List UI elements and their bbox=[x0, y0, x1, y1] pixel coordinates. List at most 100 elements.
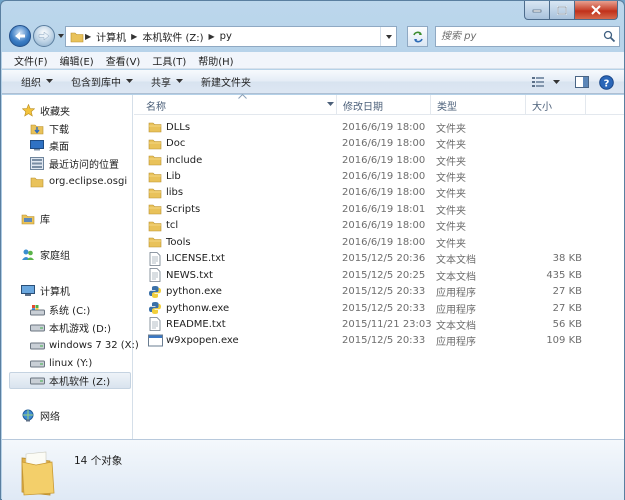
text-document-icon bbox=[147, 317, 163, 332]
search-input[interactable] bbox=[436, 28, 596, 45]
nav-network-label: 网络 bbox=[40, 412, 60, 423]
file-type: 文件夹 bbox=[436, 205, 466, 217]
file-row[interactable]: Scripts 2016/6/19 18:01 文件夹 bbox=[134, 201, 624, 217]
chevron-down-icon bbox=[385, 34, 392, 39]
arrow-right-icon bbox=[38, 31, 50, 41]
close-button[interactable] bbox=[575, 1, 618, 20]
nav-drive-z[interactable]: 本机软件 (Z:) bbox=[9, 372, 131, 389]
file-type: 文件夹 bbox=[436, 156, 466, 168]
nav-favorites-label: 收藏夹 bbox=[40, 107, 70, 118]
menu-view[interactable]: 查看(V) bbox=[100, 53, 147, 68]
file-row[interactable]: python.exe 2015/12/5 20:33 应用程序 27 KB bbox=[134, 283, 624, 299]
menu-tools[interactable]: 工具(T) bbox=[146, 53, 192, 68]
include-in-library-label: 包含到库中 bbox=[71, 78, 121, 89]
change-view-button[interactable] bbox=[526, 71, 550, 93]
file-name: Scripts bbox=[166, 203, 201, 215]
arrow-left-icon bbox=[15, 32, 25, 40]
back-button[interactable] bbox=[9, 25, 31, 47]
nav-drive-label: 系统 (C:) bbox=[49, 306, 91, 317]
file-row[interactable]: NEWS.txt 2015/12/5 20:25 文本文档 435 KB bbox=[134, 267, 624, 283]
nav-favorites[interactable]: 收藏夹 bbox=[20, 102, 150, 119]
nav-item-label: org.eclipse.osgi bbox=[49, 176, 128, 187]
folder-icon bbox=[147, 219, 163, 233]
text-document-icon bbox=[147, 251, 163, 266]
breadcrumb-drive[interactable]: 本机软件 (Z:) bbox=[138, 29, 207, 44]
include-in-library-button[interactable]: 包含到库中 bbox=[62, 71, 142, 93]
file-name-cell: python.exe bbox=[134, 285, 337, 299]
folder-icon bbox=[147, 202, 163, 216]
help-button[interactable]: ? bbox=[594, 71, 618, 93]
nav-drive-label: 本机游戏 (D:) bbox=[49, 324, 112, 335]
refresh-button[interactable] bbox=[407, 26, 428, 47]
file-type: 文本文档 bbox=[436, 255, 476, 267]
nav-computer[interactable]: 计算机 bbox=[20, 282, 150, 299]
homegroup-icon bbox=[20, 247, 36, 263]
file-date: 2015/11/21 23:03 bbox=[342, 318, 432, 330]
python-icon bbox=[147, 301, 163, 315]
command-bar: 组织 包含到库中 共享 新建文件夹 ? bbox=[2, 70, 624, 94]
menu-file[interactable]: 文件(F) bbox=[8, 53, 54, 68]
file-row[interactable]: w9xpopen.exe 2015/12/5 20:33 应用程序 109 KB bbox=[134, 333, 624, 349]
nav-homegroup[interactable]: 家庭组 bbox=[20, 246, 150, 263]
breadcrumb-folder[interactable]: py bbox=[216, 31, 236, 42]
nav-library[interactable]: 库 bbox=[20, 210, 150, 227]
file-name: Lib bbox=[166, 171, 181, 183]
file-name-cell: include bbox=[134, 153, 337, 167]
nav-item-label: 最近访问的位置 bbox=[49, 160, 119, 171]
file-row[interactable]: libs 2016/6/19 18:00 文件夹 bbox=[134, 185, 624, 201]
file-row[interactable]: Lib 2016/6/19 18:00 文件夹 bbox=[134, 168, 624, 184]
file-date: 2016/6/19 18:00 bbox=[342, 138, 426, 150]
file-type: 文本文档 bbox=[436, 320, 476, 332]
recent-pages-dropdown-icon[interactable] bbox=[57, 32, 65, 40]
share-button[interactable]: 共享 bbox=[142, 71, 192, 93]
column-header-date[interactable]: 修改日期 bbox=[337, 95, 431, 115]
file-row[interactable]: README.txt 2015/11/21 23:03 文本文档 56 KB bbox=[134, 316, 624, 332]
maximize-button[interactable] bbox=[550, 1, 575, 20]
column-header-name[interactable]: 名称 bbox=[134, 94, 337, 115]
folder-icon bbox=[147, 186, 163, 200]
folder-icon bbox=[147, 235, 163, 249]
breadcrumb-separator-icon[interactable]: ▶ bbox=[130, 32, 138, 41]
file-row[interactable]: pythonw.exe 2015/12/5 20:33 应用程序 27 KB bbox=[134, 300, 624, 316]
search-box[interactable] bbox=[435, 26, 620, 47]
organize-button[interactable]: 组织 bbox=[12, 71, 62, 93]
preview-pane-button[interactable] bbox=[570, 71, 594, 93]
chevron-down-icon bbox=[126, 79, 133, 83]
address-bar[interactable]: ▶ 计算机 ▶ 本机软件 (Z:) ▶ py bbox=[65, 26, 397, 47]
column-size-label: 大小 bbox=[532, 101, 552, 113]
view-options-dropdown[interactable] bbox=[550, 71, 562, 93]
file-date: 2015/12/5 20:33 bbox=[342, 335, 426, 347]
file-date: 2016/6/19 18:00 bbox=[342, 171, 426, 183]
new-folder-button[interactable]: 新建文件夹 bbox=[192, 71, 260, 93]
file-name-cell: libs bbox=[134, 186, 337, 200]
breadcrumb-separator-icon[interactable]: ▶ bbox=[208, 32, 216, 41]
text-document-icon bbox=[147, 268, 163, 283]
details-pane: 14 个对象 bbox=[2, 439, 624, 500]
search-icon[interactable] bbox=[603, 30, 616, 43]
forward-button[interactable] bbox=[33, 25, 55, 47]
file-type: 文件夹 bbox=[436, 140, 466, 152]
column-type-label: 类型 bbox=[437, 101, 457, 113]
file-row[interactable]: include 2016/6/19 18:00 文件夹 bbox=[134, 152, 624, 168]
breadcrumb-separator-icon[interactable]: ▶ bbox=[84, 32, 92, 41]
file-name: NEWS.txt bbox=[166, 269, 213, 281]
column-name-label: 名称 bbox=[146, 101, 166, 113]
nav-drive-label: 本机软件 (Z:) bbox=[49, 377, 111, 388]
breadcrumb-computer[interactable]: 计算机 bbox=[92, 29, 130, 44]
file-row[interactable]: tcl 2016/6/19 18:00 文件夹 bbox=[134, 218, 624, 234]
menu-edit[interactable]: 编辑(E) bbox=[54, 53, 100, 68]
file-row[interactable]: Doc 2016/6/19 18:00 文件夹 bbox=[134, 135, 624, 151]
new-folder-label: 新建文件夹 bbox=[201, 78, 251, 89]
file-row[interactable]: Tools 2016/6/19 18:00 文件夹 bbox=[134, 234, 624, 250]
minimize-button[interactable] bbox=[524, 1, 550, 20]
column-header-size[interactable]: 大小 bbox=[526, 95, 586, 115]
column-header-type[interactable]: 类型 bbox=[431, 95, 526, 115]
nav-network[interactable]: 网络 bbox=[20, 407, 150, 424]
menu-help[interactable]: 帮助(H) bbox=[192, 53, 239, 68]
file-row[interactable]: LICENSE.txt 2015/12/5 20:36 文本文档 38 KB bbox=[134, 251, 624, 267]
file-row[interactable]: DLLs 2016/6/19 18:00 文件夹 bbox=[134, 119, 624, 135]
file-size: 27 KB bbox=[552, 302, 582, 314]
address-history-dropdown[interactable] bbox=[380, 27, 396, 46]
chevron-down-icon[interactable] bbox=[327, 102, 334, 107]
item-count: 14 个对象 bbox=[74, 455, 123, 467]
